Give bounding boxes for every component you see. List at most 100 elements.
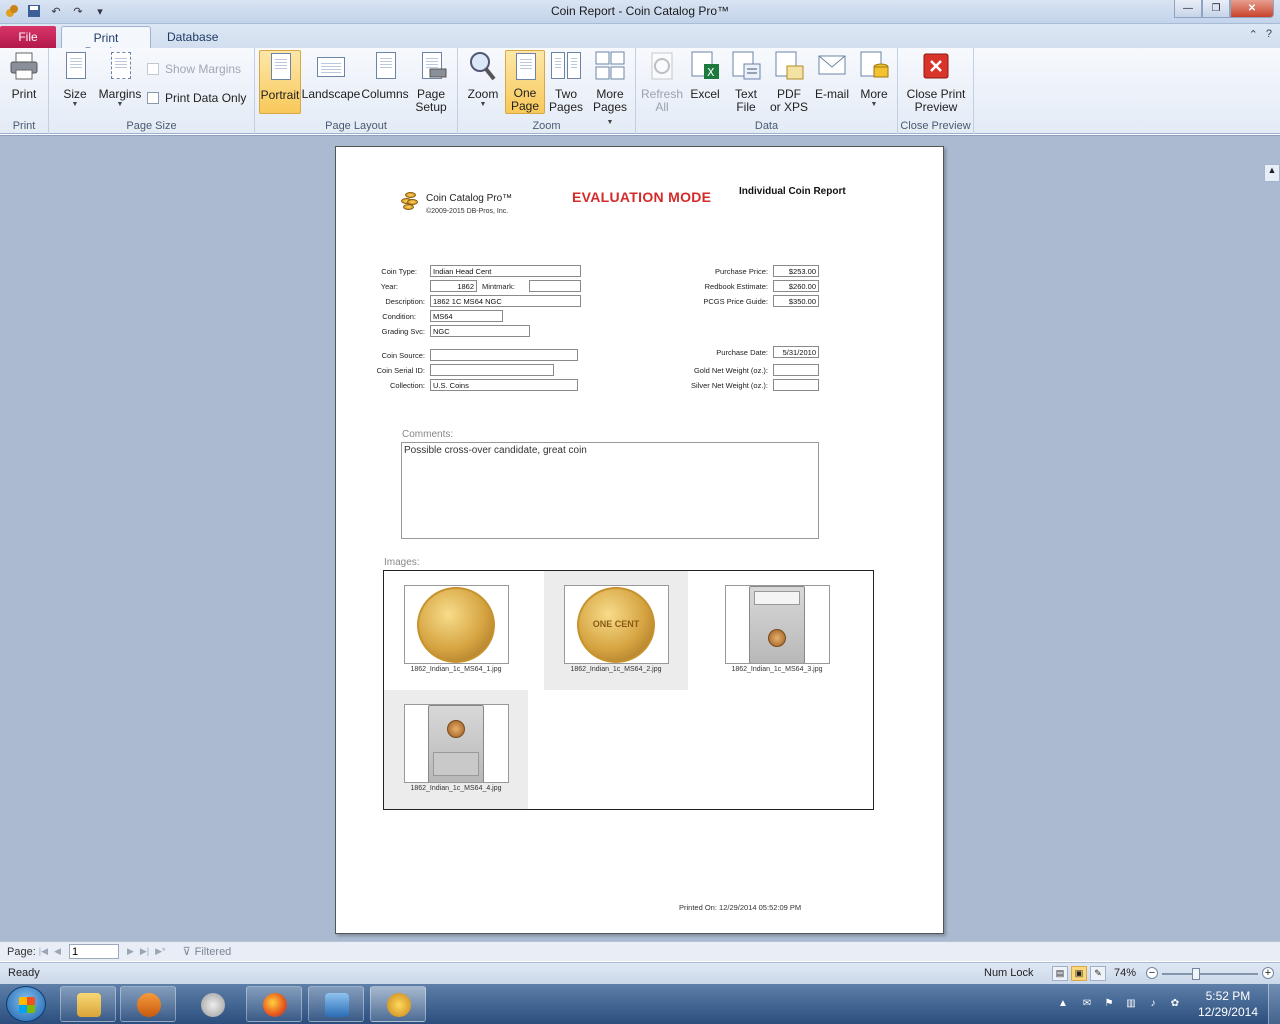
last-page-icon[interactable]: ▶| [140, 946, 149, 957]
image-caption: 1862_Indian_1c_MS64_4.jpg [410, 785, 502, 792]
layout-view-icon[interactable]: ✎ [1090, 966, 1106, 981]
num-lock-indicator: Num Lock [984, 967, 1034, 979]
purchase-price-label: Purchase Price: [715, 267, 768, 276]
more-pages-button[interactable]: More Pages ▼ [588, 50, 632, 126]
group-page-layout: Portrait Landscape Columns Page Setup Pa… [255, 48, 458, 134]
coin-serial-label: Coin Serial ID: [376, 366, 425, 375]
start-button[interactable] [6, 986, 46, 1022]
minimize-ribbon-icon[interactable]: ⌃ [1249, 28, 1258, 41]
tab-database[interactable]: Database [155, 26, 225, 48]
excel-button[interactable]: X Excel [686, 50, 724, 116]
margins-button[interactable]: Margins ▼ [97, 50, 143, 116]
print-data-only-checkbox[interactable]: Print Data Only [147, 91, 246, 105]
ribbon-help-controls: ⌃ ? [1249, 28, 1272, 41]
windows-taskbar: ▲ ✉ ⚑ ▥ ♪ ✿ 5:52 PM 12/29/2014 [0, 984, 1280, 1024]
mintmark-label: Mintmark: [482, 282, 515, 291]
taskbar-coin-catalog[interactable] [370, 986, 426, 1022]
dropbox-icon[interactable]: ✿ [1168, 998, 1182, 1010]
coin-reverse-text: ONE CENT [592, 619, 640, 629]
taskbar-media-player[interactable] [120, 986, 176, 1022]
mail-tray-icon[interactable]: ✉ [1080, 998, 1094, 1010]
text-file-button[interactable]: Text File [726, 50, 766, 116]
landscape-icon [315, 50, 347, 82]
group-data: Refresh All X Excel Text File PDF or XPS [636, 48, 898, 134]
silver-weight-value [773, 379, 819, 391]
first-page-icon[interactable]: |◀ [39, 946, 48, 957]
taskbar-assistant[interactable] [184, 986, 240, 1022]
page-setup-button[interactable]: Page Setup [411, 50, 451, 116]
columns-button[interactable]: Columns [361, 50, 409, 116]
gold-weight-label: Gold Net Weight (oz.): [693, 366, 768, 375]
show-hidden-icons[interactable]: ▲ [1056, 998, 1070, 1010]
print-preview-view-icon[interactable]: ▣ [1071, 966, 1087, 981]
portrait-icon [264, 51, 296, 83]
help-icon[interactable]: ? [1266, 28, 1272, 41]
zoom-level[interactable]: 74% [1114, 967, 1136, 979]
report-view-icon[interactable]: ▤ [1052, 966, 1068, 981]
comments-box: Possible cross-over candidate, great coi… [401, 442, 819, 539]
two-pages-button[interactable]: Two Pages [546, 50, 586, 116]
taskbar-explorer[interactable] [60, 986, 116, 1022]
action-center-icon[interactable]: ⚑ [1102, 998, 1116, 1010]
zoom-in-button[interactable]: + [1262, 967, 1274, 979]
database-export-icon [858, 50, 890, 82]
maximize-button[interactable]: ❐ [1202, 0, 1230, 18]
one-page-button[interactable]: One Page [505, 50, 545, 114]
coin-logo-icon [400, 191, 420, 211]
year-value: 1862 [430, 280, 477, 292]
pcgs-price-label: PCGS Price Guide: [703, 297, 768, 306]
previous-page-icon[interactable]: ◀ [54, 946, 61, 957]
printer-icon [8, 50, 40, 82]
minimize-button[interactable]: — [1174, 0, 1202, 18]
image-caption: 1862_Indian_1c_MS64_3.jpg [731, 666, 823, 673]
show-margins-checkbox[interactable]: Show Margins [147, 62, 241, 76]
assistant-icon [201, 993, 225, 1017]
network-icon[interactable]: ▥ [1124, 998, 1138, 1010]
portrait-button[interactable]: Portrait [259, 50, 301, 114]
images-grid: 1862_Indian_1c_MS64_1.jpg ONE CENT 1862_… [383, 570, 874, 810]
excel-icon: X [689, 50, 721, 82]
refresh-all-button[interactable]: Refresh All [640, 50, 684, 116]
tab-file[interactable]: File [0, 26, 56, 48]
zoom-slider-thumb[interactable] [1192, 968, 1201, 980]
two-pages-icon [550, 50, 582, 82]
close-window-button[interactable]: ✕ [1230, 0, 1274, 18]
zoom-out-button[interactable]: − [1146, 967, 1158, 979]
next-page-icon[interactable]: ▶ [127, 946, 134, 957]
more-export-button[interactable]: More ▼ [854, 50, 894, 116]
zoom-button[interactable]: Zoom ▼ [462, 50, 504, 116]
email-button[interactable]: E-mail [812, 50, 852, 116]
show-desktop-button[interactable] [1268, 984, 1280, 1024]
volume-icon[interactable]: ♪ [1146, 998, 1160, 1010]
zoom-slider[interactable]: − + [1146, 967, 1274, 980]
pdf-icon [773, 50, 805, 82]
close-print-preview-button[interactable]: Close Print Preview [902, 50, 970, 116]
evaluation-mode-banner: EVALUATION MODE [572, 189, 712, 205]
status-text: Ready [8, 967, 40, 979]
group-page-size: Size ▼ Margins ▼ Show Margins Print Data O… [49, 48, 255, 134]
close-preview-icon [920, 50, 952, 82]
columns-icon [369, 50, 401, 82]
taskbar-remote-desktop[interactable] [308, 986, 364, 1022]
copyright: ©2009-2015 DB-Pros, Inc. [426, 208, 509, 215]
status-bar: Ready Num Lock ▤ ▣ ✎ 74% − + [0, 962, 1280, 984]
pdf-xps-button[interactable]: PDF or XPS [768, 50, 810, 116]
new-page-icon[interactable]: ▶* [155, 946, 165, 957]
page-size-icon [59, 50, 91, 82]
filter-indicator[interactable]: ⊽ Filtered [182, 945, 232, 959]
tab-print-preview[interactable]: Print Preview [61, 26, 151, 59]
description-label: Description: [385, 297, 425, 306]
coin-type-label: Coin Type: [381, 267, 417, 276]
clock[interactable]: 5:52 PM 12/29/2014 [1198, 988, 1258, 1020]
record-navigation-bar: Page: |◀ ◀ ▶ ▶| ▶* ⊽ Filtered [0, 941, 1280, 961]
size-button[interactable]: Size ▼ [57, 50, 93, 116]
taskbar-firefox[interactable] [246, 986, 302, 1022]
landscape-button[interactable]: Landscape [302, 50, 360, 116]
refresh-icon [646, 50, 678, 82]
print-button[interactable]: Print [4, 50, 44, 116]
scroll-up-button[interactable]: ▲ [1264, 164, 1280, 182]
image-caption: 1862_Indian_1c_MS64_2.jpg [570, 666, 662, 673]
page-number-input[interactable] [68, 944, 119, 959]
system-tray: ▲ ✉ ⚑ ▥ ♪ ✿ 5:52 PM 12/29/2014 [1050, 984, 1280, 1024]
filter-icon: ⊽ [182, 946, 191, 958]
